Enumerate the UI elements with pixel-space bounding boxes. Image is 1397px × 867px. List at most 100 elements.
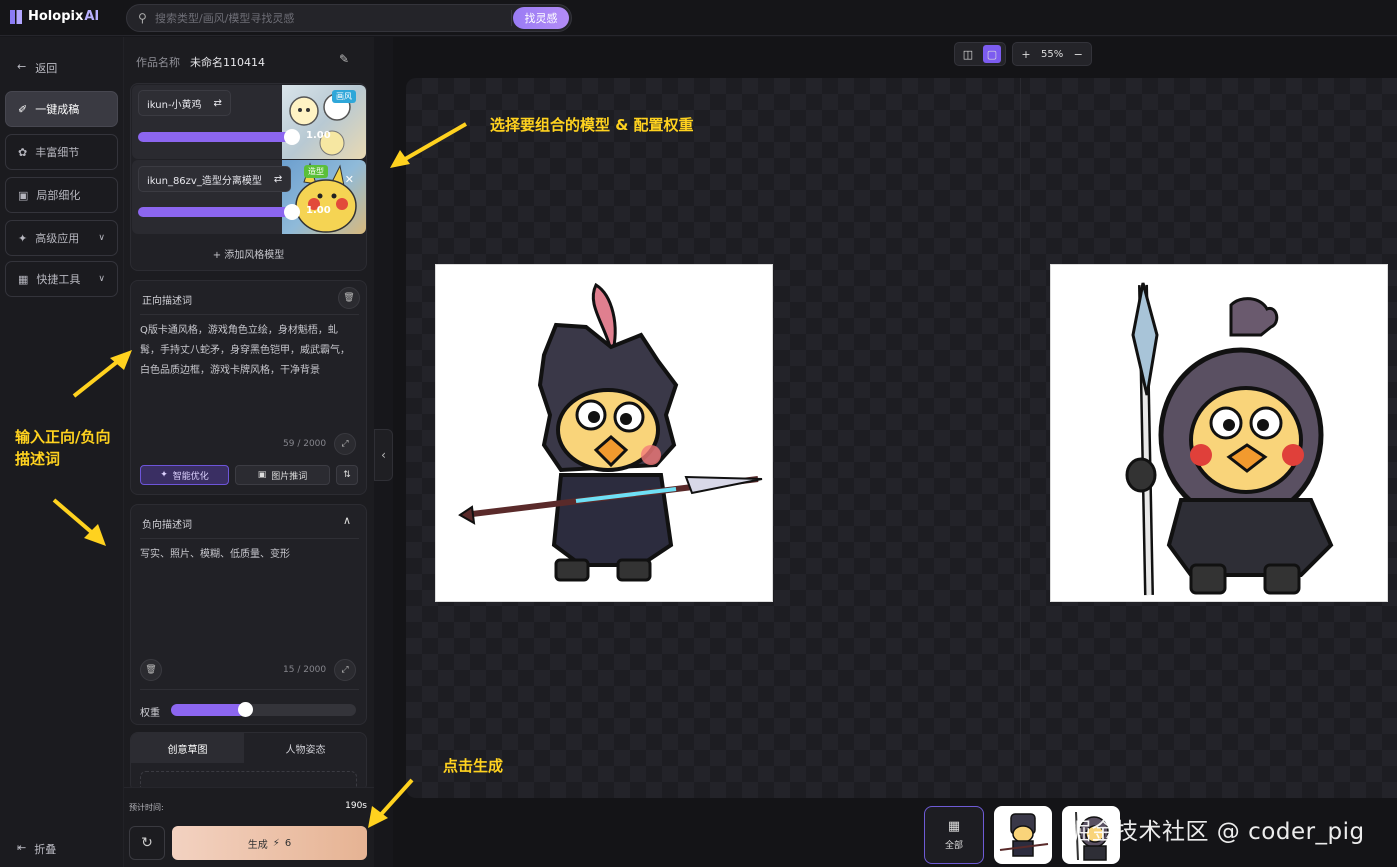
search-input[interactable] bbox=[155, 8, 535, 28]
positive-count: 59 bbox=[283, 439, 295, 449]
find-inspiration-button[interactable]: 找灵感 bbox=[513, 7, 569, 29]
sparkle-brush-icon: ✿ bbox=[18, 145, 28, 159]
grid-icon: ▦ bbox=[947, 819, 961, 834]
annotation-prompts-line1: 输入正向/负向 bbox=[15, 428, 111, 446]
generate-cost: 6 bbox=[284, 837, 292, 849]
chevron-up-icon[interactable]: ∧ bbox=[343, 514, 351, 527]
add-style-model-button[interactable]: + 添加风格模型 bbox=[131, 246, 366, 261]
negative-char-count: 15 / 2000 bbox=[283, 665, 326, 675]
parameter-panel: 作品名称 未命名110414 ✎ 画风 ikun-小黄鸡 ⇄ 1.00 造型 ✕… bbox=[124, 37, 374, 867]
all-images-button[interactable]: ▦ 全部 bbox=[924, 806, 984, 864]
logo-suffix: AI bbox=[84, 9, 100, 24]
translate-icon[interactable]: ⇅ bbox=[336, 465, 358, 485]
model-weight-handle[interactable] bbox=[284, 204, 300, 220]
model-selector[interactable]: ikun_86zv_造型分离模型 ⇄ bbox=[138, 166, 292, 192]
annotation-arrow bbox=[52, 498, 106, 546]
add-style-model-label: 添加风格模型 bbox=[224, 250, 285, 261]
divider bbox=[140, 538, 359, 539]
split-view-icon[interactable]: ◫ bbox=[959, 45, 977, 63]
model-weight-slider[interactable] bbox=[138, 132, 292, 142]
logo[interactable]: Holopix AI bbox=[10, 9, 99, 24]
model-item[interactable]: 画风 ikun-小黄鸡 ⇄ 1.00 bbox=[132, 85, 366, 159]
estimate-label: 预计时间: bbox=[129, 803, 164, 812]
model-item[interactable]: 造型 ✕ ikun_86zv_造型分离模型 ⇄ 1.00 bbox=[132, 160, 366, 234]
positive-prompt-title: 正向描述词 bbox=[142, 296, 192, 307]
divider bbox=[140, 314, 359, 315]
nav-item-label: 一键成稿 bbox=[35, 103, 80, 116]
history-thumbnail[interactable] bbox=[994, 806, 1052, 864]
model-weight-value: 1.00 bbox=[306, 205, 331, 216]
single-view-icon[interactable]: ▢ bbox=[983, 45, 1001, 63]
zoom-group: + 55% − bbox=[1012, 42, 1093, 66]
nav-item-local-refine[interactable]: ▣ 局部细化 bbox=[5, 177, 118, 213]
expand-icon[interactable]: ⤢ bbox=[334, 433, 356, 455]
chevron-left-icon: ‹ bbox=[381, 448, 386, 462]
swap-icon[interactable]: ⇄ bbox=[274, 174, 282, 185]
search-divider bbox=[511, 10, 512, 26]
canvas-divider bbox=[1020, 78, 1021, 798]
nav-item-enrich-details[interactable]: ✿ 丰富细节 bbox=[5, 134, 118, 170]
image-edit-icon: ▣ bbox=[18, 188, 29, 202]
search-bar: ⚲ 找灵感 bbox=[126, 4, 572, 32]
nav-item-label: 高级应用 bbox=[35, 232, 80, 245]
generate-button[interactable]: 生成 ⚡ 6 bbox=[172, 826, 367, 860]
generate-label: 生成 bbox=[247, 839, 268, 851]
model-name: ikun-小黄鸡 bbox=[147, 99, 202, 111]
smart-optimize-button[interactable]: ✦ 智能优化 bbox=[140, 465, 229, 485]
logo-text: Holopix bbox=[28, 9, 84, 24]
positive-prompt-card: 正向描述词 🗑 Q版卡通风格，游戏角色立绘，身材魁梧，虬髯，手持丈八蛇矛，身穿黑… bbox=[130, 280, 367, 495]
negative-weight-handle[interactable] bbox=[238, 702, 253, 717]
negative-prompt-input[interactable]: 写实、照片、模糊、低质量、变形 bbox=[140, 545, 356, 565]
annotation-generate: 点击生成 bbox=[443, 757, 504, 775]
sketch-pose-tabs: 创意草图 人物姿态 bbox=[130, 732, 367, 792]
image-to-prompt-button[interactable]: ▣ 图片推词 bbox=[235, 465, 330, 485]
nav-item-one-click[interactable]: ✐ 一键成稿 bbox=[5, 91, 118, 127]
positive-prompt-input[interactable]: Q版卡通风格，游戏角色立绘，身材魁梧，虬髯，手持丈八蛇矛，身穿黑色铠甲，威武霸气… bbox=[140, 321, 356, 381]
plus-icon: + bbox=[212, 250, 222, 261]
annotation-prompts-line2: 描述词 bbox=[15, 450, 61, 468]
top-bar: HolopixAI ⚲ 找灵感 bbox=[0, 0, 1397, 36]
swap-icon[interactable]: ⇄ bbox=[214, 98, 222, 109]
close-icon[interactable]: ✕ bbox=[345, 173, 354, 186]
zoom-in-icon[interactable]: + bbox=[1017, 45, 1035, 63]
generated-image[interactable] bbox=[435, 264, 773, 602]
nav-item-quick-tools[interactable]: ▦ 快捷工具 ∨ bbox=[5, 261, 118, 297]
zoom-out-icon[interactable]: − bbox=[1069, 45, 1087, 63]
lightning-icon: ⚡ bbox=[272, 837, 280, 849]
model-weight-slider[interactable] bbox=[138, 207, 292, 217]
grid-tools-icon: ▦ bbox=[18, 272, 29, 286]
pen-icon: ✐ bbox=[18, 102, 28, 116]
zoom-value: 55% bbox=[1041, 48, 1064, 60]
work-name: 作品名称 未命名110414 bbox=[136, 54, 265, 70]
back-button[interactable]: ← 返回 bbox=[17, 60, 57, 76]
nav-item-advanced[interactable]: ✦ 高级应用 ∨ bbox=[5, 220, 118, 256]
back-label: 返回 bbox=[35, 62, 58, 75]
model-selector[interactable]: ikun-小黄鸡 ⇄ bbox=[138, 90, 231, 116]
tab-creative-sketch[interactable]: 创意草图 bbox=[131, 733, 244, 763]
zoom-toolbar: ◫ ▢ + 55% − bbox=[954, 42, 1093, 66]
all-images-label: 全部 bbox=[944, 841, 963, 851]
trash-icon[interactable]: 🗑 bbox=[140, 659, 162, 681]
positive-max: / 2000 bbox=[297, 439, 327, 449]
generated-image[interactable] bbox=[1050, 264, 1388, 602]
annotation-models: 选择要组合的模型 & 配置权重 bbox=[490, 116, 694, 134]
collapse-left-icon: ⇤ bbox=[17, 841, 27, 854]
model-weight-handle[interactable] bbox=[284, 129, 300, 145]
expand-icon[interactable]: ⤢ bbox=[334, 659, 356, 681]
collapse-panel-button[interactable]: ‹ bbox=[374, 429, 393, 481]
warrior-illustration bbox=[458, 282, 763, 582]
negative-count: 15 bbox=[283, 665, 295, 675]
magic-wand-icon: ✦ bbox=[18, 231, 28, 245]
negative-prompt-card: 负向描述词 ∧ 写实、照片、模糊、低质量、变形 🗑 15 / 2000 ⤢ 权重 bbox=[130, 504, 367, 725]
annotation-arrow bbox=[368, 778, 414, 828]
model-card: 画风 ikun-小黄鸡 ⇄ 1.00 造型 ✕ ikun_86zv_造型分离模型… bbox=[130, 83, 367, 271]
trash-icon[interactable]: 🗑 bbox=[338, 287, 360, 309]
edit-icon[interactable]: ✎ bbox=[339, 52, 349, 66]
search-icon: ⚲ bbox=[138, 11, 147, 25]
tab-character-pose[interactable]: 人物姿态 bbox=[249, 733, 362, 763]
estimate-value: 190s bbox=[345, 801, 367, 811]
fold-button[interactable]: ⇤ 折叠 bbox=[17, 841, 56, 857]
refresh-icon[interactable]: ↻ bbox=[129, 826, 165, 860]
model-name: ikun_86zv_造型分离模型 bbox=[147, 175, 262, 187]
annotation-prompts: 输入正向/负向 描述词 bbox=[15, 426, 110, 470]
